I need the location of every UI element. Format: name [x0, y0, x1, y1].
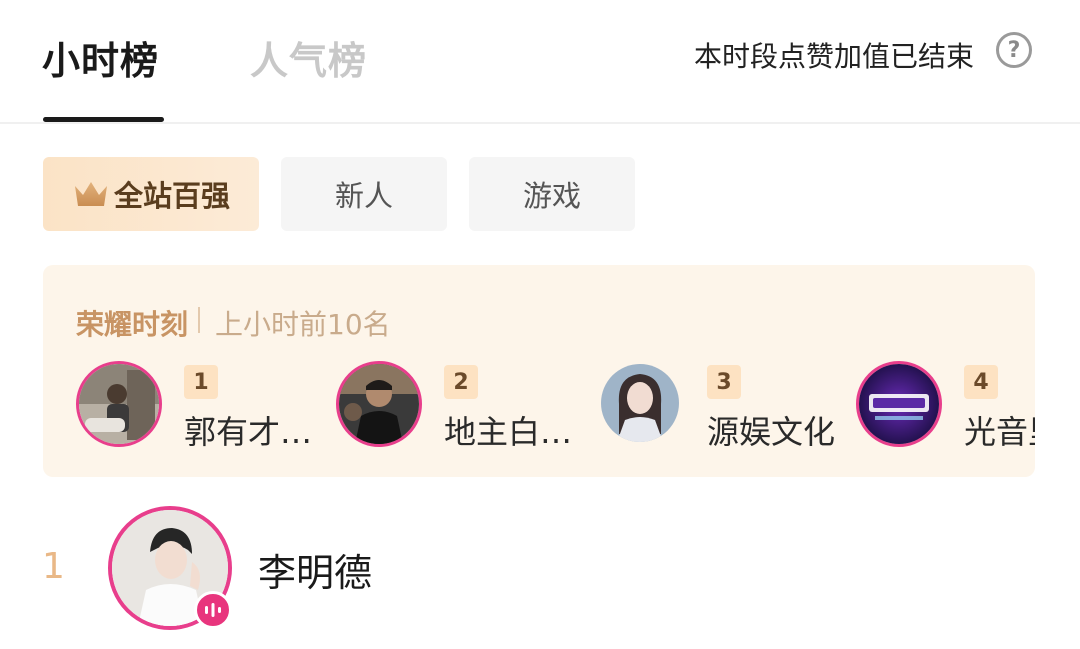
glory-title: 荣耀时刻 [76, 308, 189, 341]
rank-badge: 4 [964, 365, 998, 399]
rank-name: 地主白… [444, 413, 573, 451]
list-rank-number: 1 [42, 546, 65, 587]
rank-badge: 1 [184, 365, 218, 399]
rank-name: 光音里 [964, 413, 1035, 451]
chip-top100[interactable]: 全站百强 [43, 157, 259, 231]
glory-subtitle: 上小时前10名 [215, 308, 391, 341]
active-tab-indicator [43, 117, 164, 122]
avatar [336, 361, 422, 447]
chip-top100-label: 全站百强 [113, 179, 230, 213]
glory-moment-card: 荣耀时刻 上小时前10名 1 郭有才… 2 地主白… 3 源娱文化 4 光音 [43, 265, 1035, 477]
avatar [856, 361, 942, 447]
list-streamer-name[interactable]: 李明德 [258, 542, 372, 597]
glory-rank-item[interactable]: 3 源娱文化 [599, 361, 839, 451]
glory-rank-item[interactable]: 1 郭有才… [76, 361, 316, 451]
glory-rank-item[interactable]: 4 光音里 [856, 361, 1035, 451]
tab-popularity-rank[interactable]: 人气榜 [250, 30, 367, 85]
live-audio-icon [194, 591, 232, 629]
chip-game[interactable]: 游戏 [469, 157, 635, 231]
crown-icon [74, 182, 107, 206]
like-status-text: 本时段点赞加值已结束 [693, 40, 974, 73]
rank-badge: 2 [444, 365, 478, 399]
rank-badge: 3 [707, 365, 741, 399]
top-tab-bar: 小时榜 人气榜 本时段点赞加值已结束 ? [0, 0, 1080, 124]
glory-rank-item[interactable]: 2 地主白… [336, 361, 576, 451]
help-icon[interactable]: ? [996, 32, 1032, 68]
avatar [601, 364, 679, 442]
rank-name: 郭有才… [184, 413, 313, 451]
avatar [76, 361, 162, 447]
rank-name: 源娱文化 [707, 413, 836, 451]
glory-divider [198, 307, 200, 333]
tab-hourly-rank[interactable]: 小时榜 [42, 30, 159, 85]
chip-newcomer[interactable]: 新人 [281, 157, 447, 231]
